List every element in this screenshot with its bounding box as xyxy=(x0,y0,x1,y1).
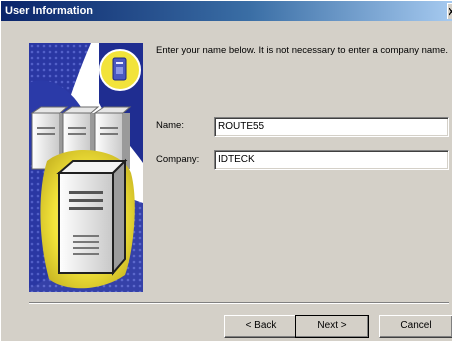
wizard-side-image xyxy=(29,43,143,292)
cancel-button[interactable]: Cancel xyxy=(379,315,452,338)
company-label: Company: xyxy=(156,154,200,165)
name-field[interactable]: ROUTE55 xyxy=(214,117,449,137)
button-separator xyxy=(29,302,449,304)
instructions-text: Enter your name below. It is not necessa… xyxy=(156,45,449,56)
back-button[interactable]: < Back xyxy=(224,315,298,338)
close-button[interactable] xyxy=(447,3,452,19)
name-label: Name: xyxy=(156,120,184,131)
window-title: User Information xyxy=(5,5,94,17)
computer-tower-icon xyxy=(112,57,127,81)
title-bar[interactable]: User Information xyxy=(1,1,452,21)
company-field[interactable]: IDTECK xyxy=(214,150,449,170)
server-computers-illustration xyxy=(29,43,143,292)
next-button[interactable]: Next > xyxy=(295,315,369,338)
user-information-dialog: User Information Enter your name below. … xyxy=(0,0,452,341)
